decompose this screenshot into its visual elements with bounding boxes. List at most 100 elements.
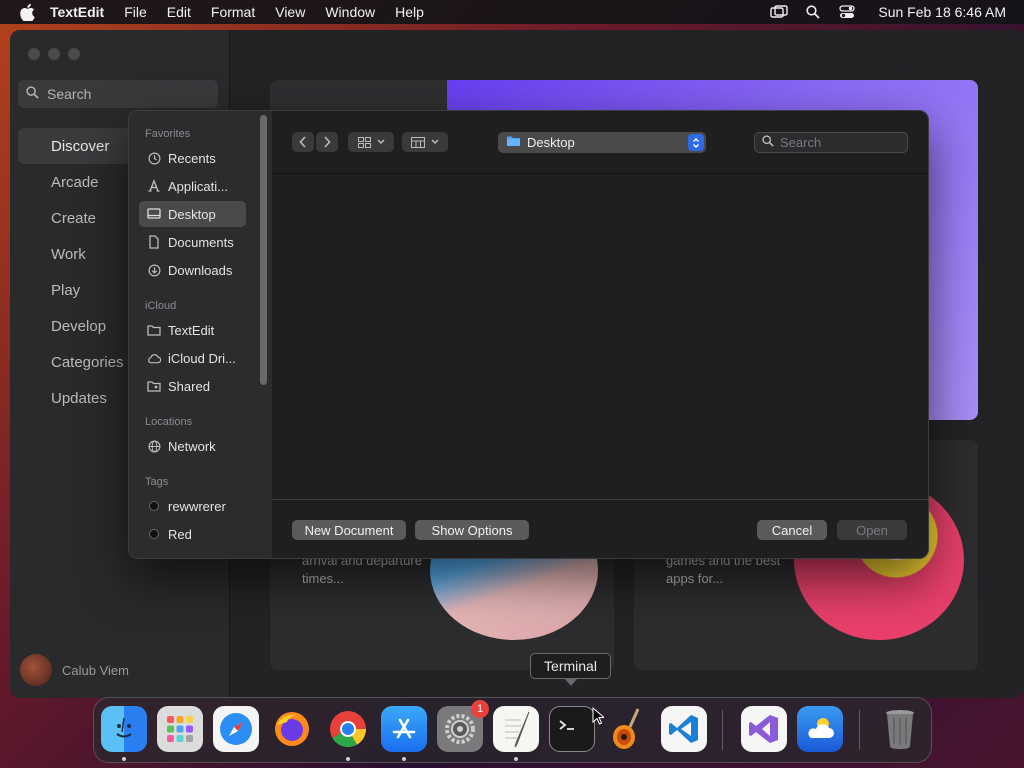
sidebar-item-label: Red: [168, 526, 192, 542]
app-store-icon: [392, 718, 416, 739]
show-options-button[interactable]: Show Options: [415, 520, 529, 540]
close-window-button[interactable]: [28, 48, 40, 60]
sidebar-item-downloads[interactable]: Downloads: [139, 257, 246, 283]
dialog-footer: New Document Show Options Cancel Open: [272, 499, 928, 558]
globe-icon: [147, 439, 161, 453]
forward-button[interactable]: [316, 132, 338, 152]
sidebar-item-textedit[interactable]: TextEdit: [139, 317, 246, 343]
dock-firefox[interactable]: [269, 706, 315, 752]
sidebar-item-desktop[interactable]: Desktop: [139, 201, 246, 227]
dock: 1: [93, 697, 932, 763]
location-popup-button[interactable]: Desktop: [498, 132, 706, 153]
dock-safari[interactable]: [213, 706, 259, 752]
group-grid-icon: [411, 136, 425, 148]
favorites-section-title: Favorites: [145, 128, 191, 140]
shared-folder-icon: [147, 379, 161, 393]
guitar-icon: [613, 708, 640, 749]
search-icon: [762, 135, 774, 150]
trash-icon: [886, 710, 914, 749]
chevron-left-icon: [299, 136, 306, 148]
menu-format[interactable]: Format: [211, 4, 255, 20]
dock-terminal[interactable]: [549, 706, 595, 752]
finder-icon: [116, 717, 132, 738]
new-document-button[interactable]: New Document: [292, 520, 406, 540]
sidebar-item-tag[interactable]: Red: [139, 521, 246, 547]
user-name: Calub Viem: [62, 662, 129, 678]
back-button[interactable]: [292, 132, 314, 152]
menu-view[interactable]: View: [275, 4, 305, 20]
dock-weather[interactable]: [797, 706, 843, 752]
firefox-icon: [275, 712, 309, 746]
avatar: [20, 654, 52, 686]
sidebar-item-documents[interactable]: Documents: [139, 229, 246, 255]
menu-clock[interactable]: Sun Feb 18 6:46 AM: [878, 4, 1006, 20]
terminal-prompt-icon: [559, 720, 574, 730]
running-indicator: [402, 757, 406, 761]
launchpad-icon: [167, 716, 193, 742]
dock-vscode[interactable]: [661, 706, 707, 752]
dialog-search-field[interactable]: Search: [754, 132, 908, 153]
tags-section-title: Tags: [145, 476, 169, 488]
menu-bar: TextEdit File Edit Format View Window He…: [0, 0, 1024, 24]
spotlight-search-icon[interactable]: [804, 5, 822, 19]
dock-system-settings[interactable]: 1: [437, 700, 489, 752]
account-button[interactable]: Calub Viem: [20, 654, 129, 686]
notification-badge: 1: [471, 700, 489, 718]
dock-finder[interactable]: [101, 706, 147, 752]
sidebar-item-label: Desktop: [168, 206, 216, 222]
dock-launchpad[interactable]: [157, 706, 203, 752]
dock-garageband[interactable]: [605, 706, 651, 752]
clock-icon: [147, 151, 161, 165]
sidebar-item-tag[interactable]: rewwrerer: [139, 493, 246, 519]
sidebar-item-label: Recents: [168, 150, 216, 166]
menu-app-name[interactable]: TextEdit: [50, 4, 104, 20]
dock-app-store[interactable]: [381, 706, 427, 752]
chevron-right-icon: [324, 136, 331, 148]
group-by-button[interactable]: [402, 132, 448, 152]
menu-file[interactable]: File: [124, 4, 147, 20]
dock-textedit[interactable]: [493, 706, 539, 752]
dock-trash[interactable]: [877, 706, 923, 752]
apple-icon[interactable]: [18, 3, 36, 21]
folder-icon: [506, 135, 521, 150]
screen-mirror-icon[interactable]: [770, 5, 789, 19]
dock-chrome[interactable]: [325, 706, 371, 752]
sidebar-item-icloud-drive[interactable]: iCloud Dri...: [139, 345, 246, 371]
navigation-buttons: [292, 132, 338, 152]
sidebar-item-shared[interactable]: Shared: [139, 373, 246, 399]
running-indicator: [346, 757, 350, 761]
chevron-down-icon: [376, 139, 385, 145]
up-down-chevron-icon: [688, 134, 704, 151]
minimize-window-button[interactable]: [48, 48, 60, 60]
file-browser-area[interactable]: [272, 174, 928, 499]
visual-studio-icon: [749, 715, 778, 743]
sidebar-item-applications[interactable]: Applicati...: [139, 173, 246, 199]
sidebar-item-network[interactable]: Network: [139, 433, 246, 459]
sidebar-item-recents[interactable]: Recents: [139, 145, 246, 171]
open-button[interactable]: Open: [837, 520, 907, 540]
gear-icon: [445, 714, 475, 744]
sidebar-scrollbar[interactable]: [260, 115, 267, 385]
desktop-icon: [147, 207, 161, 221]
control-center-icon[interactable]: [838, 5, 856, 19]
search-icon: [26, 86, 39, 102]
menu-window[interactable]: Window: [325, 4, 375, 20]
running-indicator: [514, 757, 518, 761]
zoom-window-button[interactable]: [68, 48, 80, 60]
document-icon: [147, 235, 161, 249]
view-mode-button[interactable]: [348, 132, 394, 152]
cancel-button[interactable]: Cancel: [757, 520, 827, 540]
sidebar-item-label: Network: [168, 438, 216, 454]
app-store-search-field[interactable]: Search: [18, 80, 218, 108]
open-file-dialog: Favorites Recents Applicati... Desktop D…: [128, 110, 929, 559]
sidebar-item-label: rewwrerer: [168, 498, 226, 514]
menu-edit[interactable]: Edit: [167, 4, 191, 20]
download-icon: [147, 263, 161, 277]
search-placeholder: Search: [47, 86, 92, 102]
menu-help[interactable]: Help: [395, 4, 424, 20]
textedit-pen-icon: [505, 711, 530, 748]
dock-visual-studio[interactable]: [741, 706, 787, 752]
sidebar-item-label: Downloads: [168, 262, 233, 278]
window-controls: [28, 48, 80, 60]
chevron-down-icon: [431, 139, 439, 145]
